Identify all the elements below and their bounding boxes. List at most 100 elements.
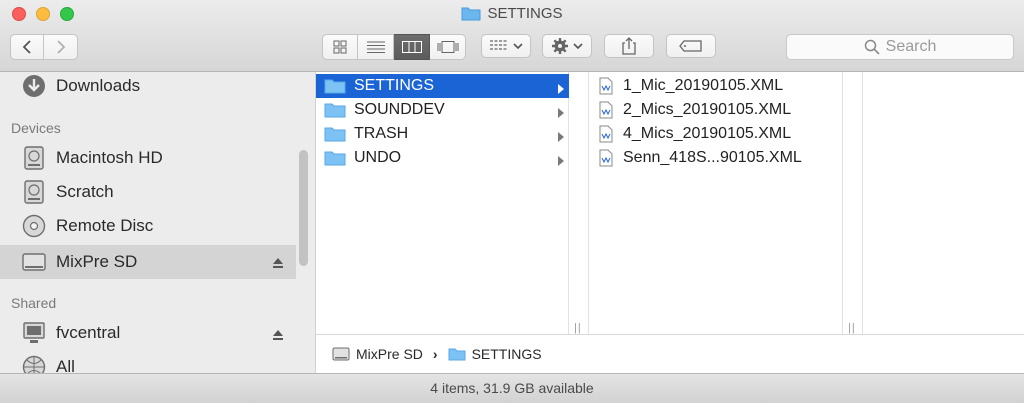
folder-row-trash[interactable]: TRASH — [316, 122, 569, 146]
folder-icon — [324, 102, 346, 118]
sidebar-item-scratch[interactable]: Scratch — [0, 176, 296, 208]
status-text: 4 items, 31.9 GB available — [430, 380, 594, 396]
xml-file-icon — [599, 125, 613, 143]
folder-row-sounddev[interactable]: SOUNDDEV — [316, 98, 569, 122]
folder-icon — [448, 348, 466, 361]
sidebar-item-all[interactable]: All — [0, 351, 296, 373]
eject-icon[interactable] — [272, 254, 284, 274]
sidebar-scrollbar[interactable] — [299, 150, 308, 266]
column-resize-strip: || — [569, 72, 589, 334]
column-folders: SETTINGS SOUNDDEV TRASH UNDO — [316, 72, 569, 334]
xml-file-icon — [599, 149, 613, 167]
sidebar-item-downloads[interactable]: Downloads — [0, 72, 296, 102]
folder-icon — [324, 78, 346, 94]
sidebar-item-macintosh-hd[interactable]: Macintosh HD — [0, 142, 296, 174]
sidebar: Downloads Devices Macintosh HD Scratch R… — [0, 72, 316, 373]
navigation-buttons — [10, 34, 78, 60]
sidebar-item-label: All — [56, 357, 75, 373]
window-title-text: SETTINGS — [487, 5, 563, 22]
disclosure-arrow-icon — [557, 153, 565, 171]
folder-name: SETTINGS — [354, 77, 435, 94]
tag-icon — [679, 40, 702, 52]
gallery-view-icon — [437, 41, 458, 53]
folder-icon — [461, 5, 481, 25]
list-view-icon — [366, 41, 385, 53]
group-icon — [490, 40, 508, 50]
file-row[interactable]: 4_Mics_20190105.XML — [589, 122, 843, 146]
tags-button[interactable] — [666, 34, 716, 58]
window-title: SETTINGS — [0, 5, 1024, 25]
sidebar-item-mixpre-sd[interactable]: MixPre SD — [0, 245, 296, 279]
column-files: 1_Mic_20190105.XML 2_Mics_20190105.XML 4… — [589, 72, 843, 334]
chevron-down-icon — [513, 43, 523, 50]
action-menu-button[interactable] — [542, 34, 592, 58]
gear-icon — [552, 38, 568, 54]
disclosure-arrow-icon — [557, 129, 565, 147]
column-resize-strip: || — [843, 72, 863, 334]
icon-view-button[interactable] — [322, 34, 358, 60]
sidebar-item-label: Downloads — [56, 76, 141, 95]
finder-window: SETTINGS Search Downloads Devices Macint… — [0, 0, 1024, 403]
chevron-left-icon — [22, 40, 31, 54]
sidebar-section-shared: Shared — [11, 295, 57, 311]
column-view-icon — [401, 41, 422, 53]
folder-row-undo[interactable]: UNDO — [316, 146, 569, 170]
file-row[interactable]: 2_Mics_20190105.XML — [589, 98, 843, 122]
eject-icon[interactable] — [272, 326, 284, 346]
column-resize-handle[interactable]: || — [848, 322, 856, 334]
file-row[interactable]: 1_Mic_20190105.XML — [589, 74, 843, 98]
gallery-view-button[interactable] — [430, 34, 466, 60]
back-button[interactable] — [10, 34, 44, 60]
sd-card-icon — [22, 250, 46, 274]
folder-icon — [324, 126, 346, 142]
search-placeholder: Search — [885, 38, 937, 55]
search-field[interactable]: Search — [786, 34, 1014, 60]
folder-name: TRASH — [354, 125, 409, 142]
icon-view-icon — [333, 40, 347, 54]
title-toolbar: SETTINGS Search — [0, 0, 1024, 72]
disclosure-arrow-icon — [557, 81, 565, 99]
optical-disc-icon — [22, 214, 46, 238]
sidebar-item-label: fvcentral — [56, 323, 121, 342]
chevron-down-icon — [573, 43, 583, 50]
sidebar-item-label: Macintosh HD — [56, 148, 163, 167]
file-name: 4_Mics_20190105.XML — [623, 125, 792, 142]
folder-row-settings[interactable]: SETTINGS — [316, 74, 569, 98]
hard-disk-icon — [22, 146, 46, 170]
network-icon — [22, 355, 46, 373]
folder-name: SOUNDDEV — [354, 101, 445, 118]
file-name: 1_Mic_20190105.XML — [623, 77, 784, 94]
path-item-volume[interactable]: MixPre SD — [332, 346, 423, 362]
column-resize-handle[interactable]: || — [574, 322, 582, 334]
path-separator: › — [432, 346, 438, 362]
column-view-button[interactable] — [394, 34, 430, 60]
list-view-button[interactable] — [358, 34, 394, 60]
folder-icon — [324, 150, 346, 166]
path-bar: MixPre SD › SETTINGS — [316, 334, 1024, 373]
group-by-button[interactable] — [481, 34, 531, 58]
sidebar-item-label: Scratch — [56, 182, 114, 201]
share-icon — [622, 37, 636, 55]
share-button[interactable] — [604, 34, 654, 58]
sidebar-item-fvcentral[interactable]: fvcentral — [0, 317, 296, 349]
xml-file-icon — [599, 77, 613, 95]
sidebar-item-label: Remote Disc — [56, 216, 154, 235]
folder-name: UNDO — [354, 149, 402, 166]
path-item-label: MixPre SD — [356, 346, 423, 362]
path-item-label: SETTINGS — [471, 346, 542, 362]
search-icon — [864, 39, 880, 55]
sd-card-icon — [332, 347, 350, 361]
sidebar-item-label: MixPre SD — [56, 252, 138, 271]
status-bar: 4 items, 31.9 GB available — [0, 373, 1024, 403]
forward-button[interactable] — [44, 34, 78, 60]
path-item-folder[interactable]: SETTINGS — [448, 346, 542, 362]
sidebar-item-remote-disc[interactable]: Remote Disc — [0, 210, 296, 242]
downloads-icon — [22, 74, 46, 98]
file-row[interactable]: Senn_418S...90105.XML — [589, 146, 843, 170]
sidebar-section-devices: Devices — [11, 120, 61, 136]
chevron-right-icon — [56, 40, 65, 54]
xml-file-icon — [599, 101, 613, 119]
view-mode-buttons — [322, 34, 466, 60]
column-empty — [863, 72, 1024, 334]
hard-disk-icon — [22, 180, 46, 204]
